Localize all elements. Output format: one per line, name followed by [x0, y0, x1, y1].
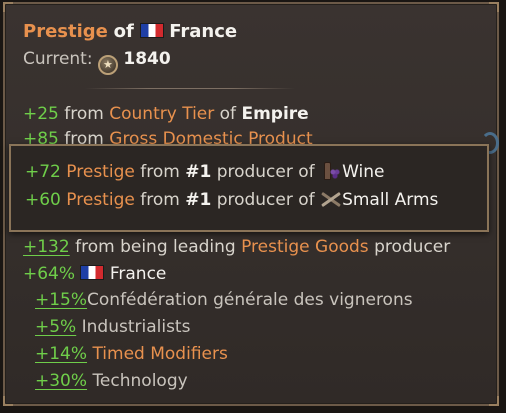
prestige-goods-subtooltip: +72 Prestige from #1 producer of Wine +6…: [9, 144, 489, 232]
mod1-name: Confédération générale des vignerons: [87, 290, 413, 310]
corner-ornament: [3, 396, 13, 406]
arms-label: Prestige: [66, 190, 135, 210]
small-arms-icon: [320, 188, 342, 210]
prestige-coin-icon: ★: [97, 55, 118, 75]
current-prestige: Current: ★ 1840: [23, 48, 171, 75]
mod2-name: Industrialists: [81, 317, 191, 337]
current-value: 1840: [123, 49, 171, 69]
title-country: France: [169, 21, 238, 42]
arms-producer-of: producer of: [216, 190, 315, 210]
line-modifier-vignerons: +15%Confédération générale des vignerons: [35, 289, 413, 311]
line-modifier-timed: +14% Timed Modifiers: [35, 343, 228, 365]
corner-ornament: [489, 2, 499, 12]
mod3-name: Timed Modifiers: [92, 344, 228, 364]
arms-rank: #1: [185, 190, 212, 210]
tier-value: +25: [23, 104, 59, 124]
leading-tail: producer: [374, 237, 451, 257]
subtip-row-wine: +72 Prestige from #1 producer of Wine: [25, 160, 384, 183]
arms-from: from: [140, 190, 180, 210]
wine-label: Prestige: [66, 162, 135, 182]
arms-good: Small Arms: [342, 190, 439, 210]
wine-rank: #1: [185, 162, 212, 182]
title-prestige: Prestige: [23, 21, 108, 42]
leading-source: Prestige Goods: [241, 237, 369, 257]
line-leading-producer: +132 from being leading Prestige Goods p…: [23, 236, 450, 258]
line-country-tier: +25 from Country Tier of Empire: [23, 103, 309, 125]
current-label: Current:: [23, 49, 93, 69]
line-france-modifier: +64% France: [23, 263, 166, 285]
tier-from: from: [64, 104, 104, 124]
tier-source: Country Tier: [109, 104, 215, 124]
tier-target: Empire: [241, 104, 309, 124]
divider: [85, 88, 295, 89]
leading-text: from being leading: [75, 237, 236, 257]
leading-value[interactable]: +132: [23, 237, 70, 257]
france-pct-name: France: [109, 264, 167, 284]
france-flag-icon: [139, 23, 164, 38]
mod3-value[interactable]: +14%: [35, 344, 87, 364]
line-modifier-technology: +30% Technology: [35, 370, 188, 392]
line-modifier-industrialists: +5% Industrialists: [35, 316, 190, 338]
wine-from: from: [140, 162, 180, 182]
wine-good: Wine: [342, 162, 385, 182]
title-of: of: [113, 21, 134, 42]
wine-producer-of: producer of: [216, 162, 315, 182]
wine-icon: [320, 160, 342, 182]
arms-value: +60: [25, 190, 61, 210]
tier-of: of: [219, 104, 237, 124]
prestige-tooltip: Prestige of France Current: ★ 1840 +25 f…: [3, 2, 499, 406]
france-pct-value: +64%: [23, 264, 76, 284]
corner-ornament: [489, 396, 499, 406]
mod4-value[interactable]: +30%: [35, 371, 87, 391]
france-flag-icon: [80, 265, 105, 280]
tooltip-title: Prestige of France: [23, 21, 237, 43]
mod4-name: Technology: [92, 371, 188, 391]
corner-ornament: [3, 2, 13, 12]
mod2-value[interactable]: +5%: [35, 317, 76, 337]
subtip-row-small-arms: +60 Prestige from #1 producer of Small A…: [25, 188, 438, 211]
mod1-value[interactable]: +15%: [35, 290, 87, 310]
wine-value: +72: [25, 162, 61, 182]
